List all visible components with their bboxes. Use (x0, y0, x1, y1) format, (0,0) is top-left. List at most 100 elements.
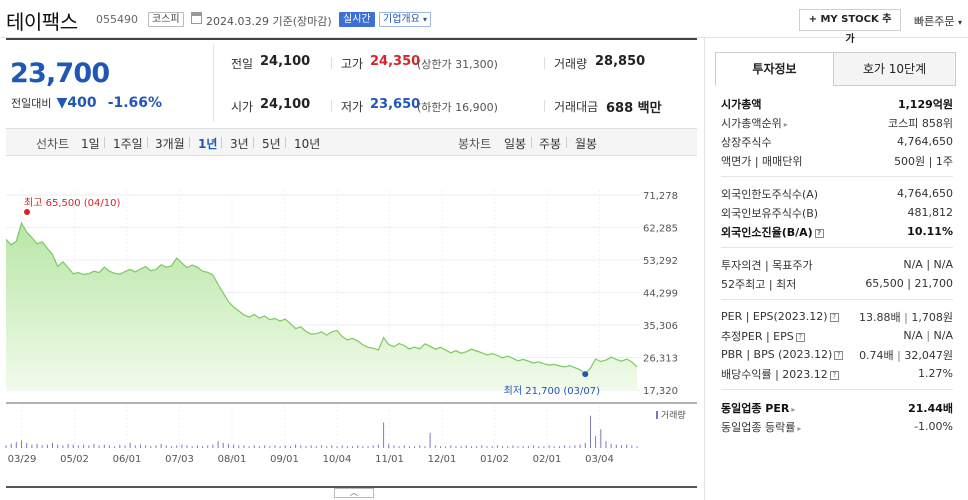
chevron-right-icon[interactable]: ▸ (791, 405, 795, 414)
x-tick-label: 11/01 (375, 454, 404, 465)
par-value-value: 500원 | 1주 (894, 154, 953, 168)
y-tick-label: 53,292 (643, 256, 678, 267)
divider (721, 389, 953, 390)
chevron-right-icon[interactable]: ▸ (797, 424, 801, 433)
volume-bar (67, 443, 69, 449)
realtime-badge[interactable]: 실시간 (339, 12, 375, 27)
volume-bar (227, 443, 229, 449)
volume-bar (377, 444, 379, 448)
period-tab-3y[interactable]: 3년 (230, 135, 249, 152)
add-my-stock-button[interactable]: + MY STOCK 추가 (799, 9, 901, 45)
volume-bar (455, 446, 457, 448)
help-icon[interactable]: ? (829, 370, 839, 380)
bps-value: 32,047원 (904, 348, 953, 362)
volume-bar (362, 446, 364, 448)
volume-bar (450, 445, 452, 448)
investment-info-panel: 투자정보 호가 10단계 시가총액 1,129억원 시가총액순위 ▸ 코스피 85… (704, 38, 968, 500)
upper-limit: (상한가 31,300) (417, 58, 498, 71)
volume-bar (217, 441, 219, 448)
help-icon[interactable]: ? (814, 228, 824, 238)
info-row: PER | EPS(2023.12)? 13.88배 | 1,708원 (721, 310, 953, 324)
volume-bar (305, 446, 307, 448)
volume-bar (93, 443, 95, 449)
info-row: 상장주식수 4,764,650 (721, 132, 953, 151)
tab-hoga-10[interactable]: 호가 10단계 (833, 52, 956, 86)
divider (544, 100, 545, 112)
volume-bar (517, 446, 519, 448)
volume-bar (88, 445, 90, 448)
info-row: PBR | BPS (2023.12)? 0.74배 | 32,047원 (721, 348, 953, 362)
volume-bar (207, 445, 209, 448)
volume-bar (52, 442, 53, 448)
volume-bar (233, 444, 235, 448)
candle-tab-monthly[interactable]: 월봉 (575, 135, 597, 152)
volume-bar (636, 446, 638, 448)
candle-chart-label: 봉차트 (458, 137, 492, 151)
divider (531, 137, 532, 148)
period-tab-3m[interactable]: 3개월 (155, 135, 185, 152)
volume-bar (243, 445, 245, 448)
volume-bar (553, 446, 555, 448)
volume-bar (610, 443, 612, 449)
info-row: 액면가 | 매매단위 500원 | 1주 (721, 151, 953, 170)
volume-bar (72, 444, 74, 448)
stock-name: 테이팩스 (6, 10, 78, 34)
x-tick-label: 09/01 (270, 454, 299, 465)
volume-bar (558, 446, 560, 448)
y-tick-label: 17,320 (643, 386, 678, 397)
collapse-chart-button[interactable]: ︿ (334, 488, 374, 498)
period-tab-1y[interactable]: 1년 (198, 135, 217, 152)
volume-bar (31, 444, 33, 448)
volume-bar (181, 444, 183, 448)
chevron-down-icon: ▾ (957, 18, 962, 27)
volume-bar (522, 446, 524, 448)
per-value: 13.88배 (859, 310, 901, 324)
divider (104, 137, 105, 148)
y-tick-label: 62,285 (643, 224, 678, 235)
volume-bar (150, 446, 152, 448)
period-tab-5y[interactable]: 5년 (262, 135, 281, 152)
volume-bar (171, 446, 172, 448)
dividend-label: 배당수익률 | 2023.12 (721, 367, 828, 381)
company-overview-dropdown[interactable]: 기업개요 ▾ (379, 12, 432, 27)
market-cap-label: 시가총액 (721, 97, 762, 111)
chevron-right-icon[interactable]: ▸ (784, 120, 788, 129)
tab-investment-info[interactable]: 투자정보 (715, 52, 834, 86)
amount-value: 688 백만 (606, 101, 662, 116)
divider (331, 100, 332, 112)
period-tab-10y[interactable]: 10년 (294, 135, 320, 152)
volume-bar (372, 445, 374, 448)
x-tick-label: 03/04 (585, 454, 614, 465)
volume-bar (212, 444, 214, 448)
line-chart-label: 선차트 (36, 137, 70, 151)
candle-tab-daily[interactable]: 일봉 (504, 135, 526, 152)
help-icon[interactable]: ? (834, 351, 844, 360)
pbr-value: 0.74배 (859, 348, 894, 362)
volume-bar (77, 445, 79, 448)
volume-bar (83, 444, 85, 448)
price-chart[interactable]: 71,278 62,285 53,292 44,299 35,306 26,313 17,3… (0, 158, 700, 500)
volume-bar (584, 442, 586, 448)
period-tab-1d[interactable]: 1일 (81, 135, 100, 152)
period-tab-1w[interactable]: 1주일 (113, 135, 143, 152)
volume-bar (393, 445, 395, 448)
volume-bar (103, 444, 105, 448)
volume-bar (605, 441, 607, 448)
volume-bar (538, 446, 540, 448)
help-icon[interactable]: ? (795, 332, 805, 342)
volume-bar (253, 445, 255, 448)
low-label: 저가 (341, 100, 364, 114)
help-icon[interactable]: ? (829, 313, 839, 322)
divider (253, 137, 254, 148)
low-annotation: 최저 21,700 (03/07) (504, 385, 600, 397)
open-label: 시가 (231, 100, 254, 114)
est-per-eps-label: 추정PER | EPS (721, 329, 794, 343)
candle-tab-weekly[interactable]: 주봉 (539, 135, 561, 152)
volume-legend-label: 거래량 (660, 411, 686, 421)
volume-bar (145, 445, 147, 448)
divider (721, 176, 953, 177)
quick-order-link[interactable]: 빠른주문 ▾ (914, 13, 962, 29)
volume-bar (631, 445, 633, 448)
volume-bar (336, 446, 338, 448)
volume-legend-swatch (656, 411, 658, 419)
